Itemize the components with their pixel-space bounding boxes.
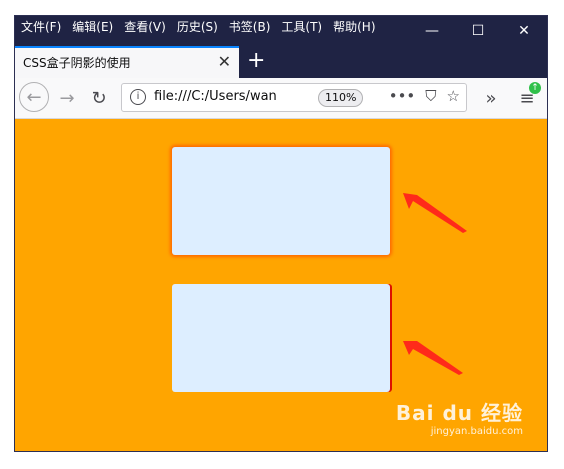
watermark-main: Bai du 经验 [395, 401, 523, 425]
close-window-button[interactable]: ✕ [501, 16, 547, 46]
pocket-icon[interactable]: ⛉ [425, 87, 436, 105]
menu-file[interactable]: 文件(F) [21, 18, 66, 36]
zoom-indicator[interactable]: 110% [318, 89, 364, 107]
menu-tools[interactable]: 工具(T) [281, 18, 327, 36]
menu-bookmarks[interactable]: 书签(B) [229, 18, 276, 36]
navigation-toolbar: ← → ↻ i file:///C:/Users/wan 110% ••• ⛉ … [15, 78, 547, 119]
shadow-box-2 [172, 284, 390, 392]
shadow-box-1 [172, 147, 390, 255]
url-bar[interactable]: i file:///C:/Users/wan 110% ••• ⛉ ☆ [121, 83, 467, 112]
page-actions-icon[interactable]: ••• [389, 87, 416, 105]
title-bar: 文件(F) 编辑(E) 查看(V) 历史(S) 书签(B) 工具(T) 帮助(H… [15, 16, 547, 46]
menu-view[interactable]: 查看(V) [124, 18, 171, 36]
forward-button[interactable]: → [53, 84, 81, 112]
bookmark-star-icon[interactable]: ☆ [447, 87, 460, 105]
browser-window: 文件(F) 编辑(E) 查看(V) 历史(S) 书签(B) 工具(T) 帮助(H… [14, 15, 548, 452]
menu-bar: 文件(F) 编辑(E) 查看(V) 历史(S) 书签(B) 工具(T) 帮助(H… [21, 18, 387, 36]
url-text[interactable]: file:///C:/Users/wan [154, 89, 316, 104]
maximize-button[interactable]: ☐ [455, 16, 501, 46]
watermark-sub: jingyan.baidu.com [430, 426, 523, 437]
tab-active[interactable]: CSS盒子阴影的使用 ✕ [15, 46, 239, 78]
tab-title: CSS盒子阴影的使用 [23, 56, 131, 70]
annotation-arrow-2 [403, 341, 463, 375]
annotation-arrow-1 [403, 193, 467, 233]
reload-button[interactable]: ↻ [85, 84, 113, 112]
info-icon[interactable]: i [130, 89, 146, 105]
back-button[interactable]: ← [19, 82, 49, 112]
tab-close-icon[interactable]: ✕ [218, 52, 231, 71]
page-content: Bai du 经验 jingyan.baidu.com [15, 119, 547, 451]
tab-strip: CSS盒子阴影的使用 ✕ + [15, 46, 547, 78]
minimize-button[interactable]: — [409, 16, 455, 46]
menu-history[interactable]: 历史(S) [177, 18, 223, 36]
menu-help[interactable]: 帮助(H) [333, 18, 380, 36]
baidu-jingyan-watermark: Bai du 经验 jingyan.baidu.com [396, 397, 523, 437]
menu-edit[interactable]: 编辑(E) [72, 18, 118, 36]
update-badge-icon: ↑ [529, 82, 541, 94]
overflow-menu-icon[interactable]: » [477, 84, 505, 112]
new-tab-button[interactable]: + [247, 48, 265, 73]
